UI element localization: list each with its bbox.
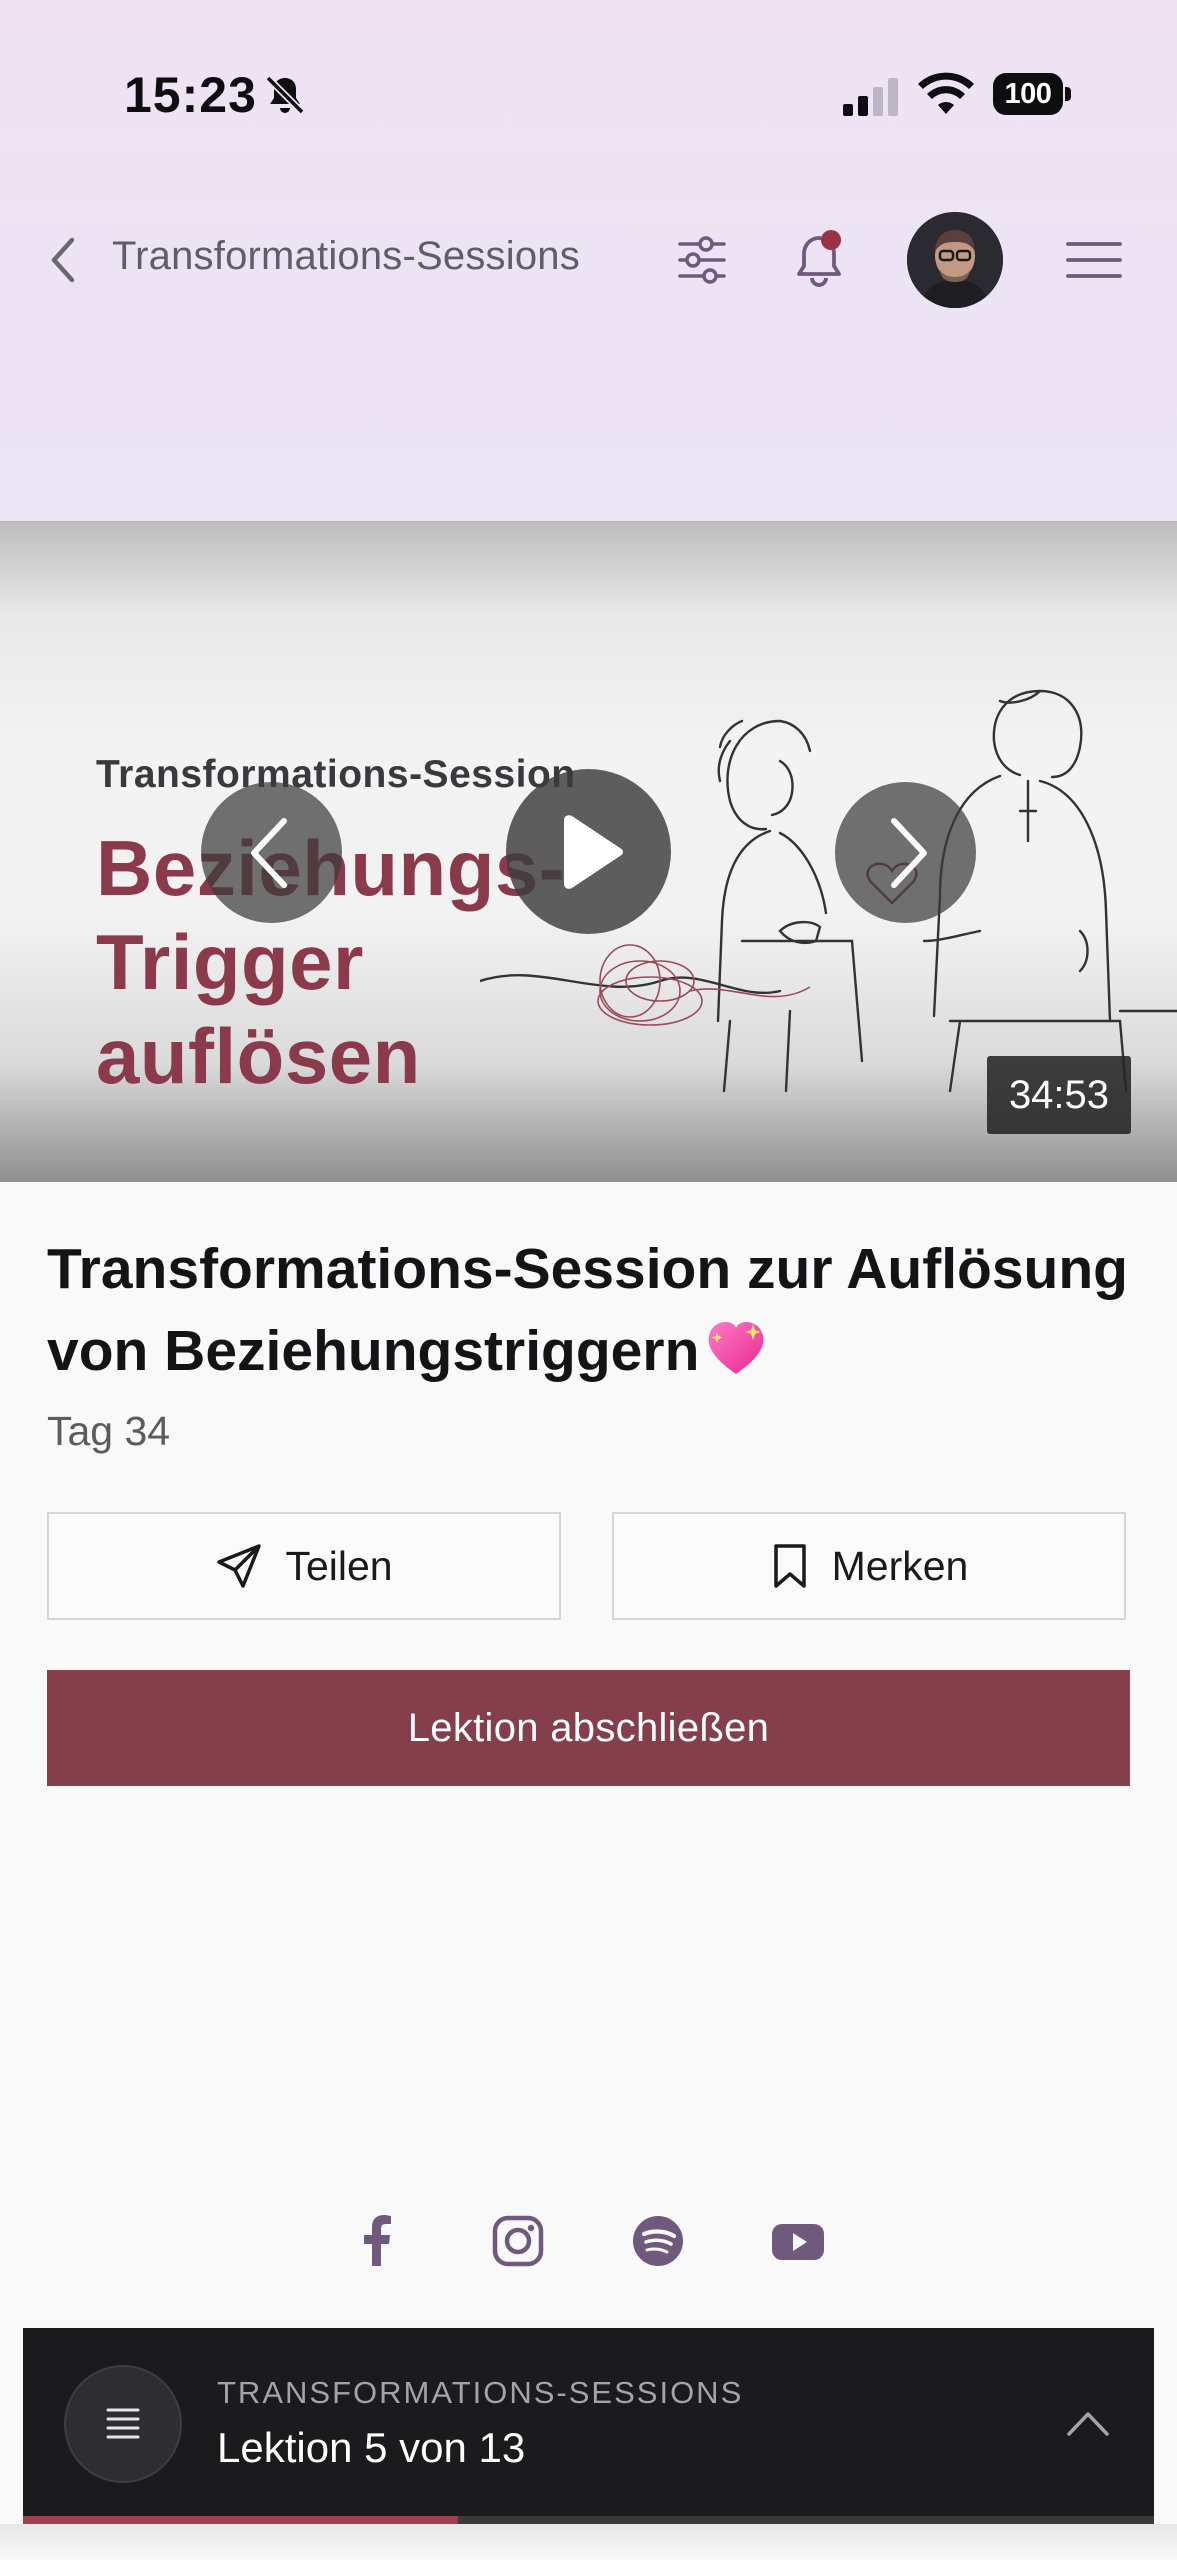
chevron-left-icon: [250, 817, 287, 888]
bookmark-button[interactable]: Merken: [612, 1512, 1126, 1620]
bottom-safe-area: [0, 2524, 1177, 2560]
instagram-icon[interactable]: [489, 2212, 547, 2270]
status-bar: 15:23 100: [0, 0, 1177, 190]
back-chevron-icon[interactable]: [44, 230, 84, 290]
notification-bell-icon[interactable]: [792, 228, 852, 290]
status-time: 15:23: [124, 67, 257, 123]
battery-tip: [1065, 87, 1071, 101]
play-button[interactable]: [506, 769, 671, 934]
lesson-day-label: Tag 34: [47, 1408, 171, 1454]
lesson-position-label: Lektion 5 von 13: [217, 2424, 526, 2471]
complete-lesson-button[interactable]: Lektion abschließen: [47, 1670, 1130, 1786]
spotify-icon[interactable]: [629, 2212, 687, 2270]
avatar-face-icon: [907, 212, 1003, 308]
course-progress-bar[interactable]: TRANSFORMATIONS-SESSIONS Lektion 5 von 1…: [23, 2328, 1154, 2524]
video-player[interactable]: Transformations-Session Beziehungs- Trig…: [0, 521, 1177, 1182]
battery-indicator: 100: [993, 73, 1073, 115]
header-band: 15:23 100 Transformations-Sessions: [0, 0, 1177, 521]
lesson-list-button[interactable]: [64, 2365, 182, 2483]
previous-lesson-button[interactable]: [201, 782, 342, 923]
paper-plane-icon: [217, 1544, 262, 1588]
lesson-title: Transformations-Session zur Auflösung vo…: [47, 1228, 1147, 1392]
bookmark-button-label: Merken: [831, 1542, 969, 1589]
bookmark-icon: [773, 1544, 806, 1588]
muted-bell-icon: [265, 75, 305, 115]
share-button[interactable]: Teilen: [47, 1512, 561, 1620]
battery-level: 100: [993, 73, 1063, 115]
wifi-icon: [918, 72, 974, 114]
cellular-signal-icon: [843, 78, 898, 116]
chevron-right-icon: [890, 817, 927, 888]
play-icon: [563, 814, 623, 889]
user-avatar[interactable]: [907, 212, 1003, 308]
sparkling-heart-icon: [709, 1322, 764, 1374]
list-icon: [106, 2408, 140, 2439]
facebook-icon[interactable]: [349, 2212, 407, 2270]
chevron-up-icon[interactable]: [1065, 2408, 1111, 2438]
filter-sliders-icon[interactable]: [676, 234, 728, 286]
lesson-title-text: Transformations-Session zur Auflösung vo…: [47, 1237, 1128, 1383]
next-lesson-button[interactable]: [835, 782, 976, 923]
hamburger-menu-icon[interactable]: [1066, 238, 1122, 282]
page-title[interactable]: Transformations-Sessions: [112, 234, 580, 279]
youtube-icon[interactable]: [769, 2212, 827, 2270]
top-nav-bar: Transformations-Sessions: [0, 190, 1177, 330]
course-progress-fill: [23, 2516, 459, 2524]
course-progress-track: [23, 2516, 1154, 2524]
share-button-label: Teilen: [285, 1542, 393, 1589]
course-name: TRANSFORMATIONS-SESSIONS: [217, 2375, 744, 2410]
video-duration-badge: 34:53: [987, 1056, 1131, 1134]
